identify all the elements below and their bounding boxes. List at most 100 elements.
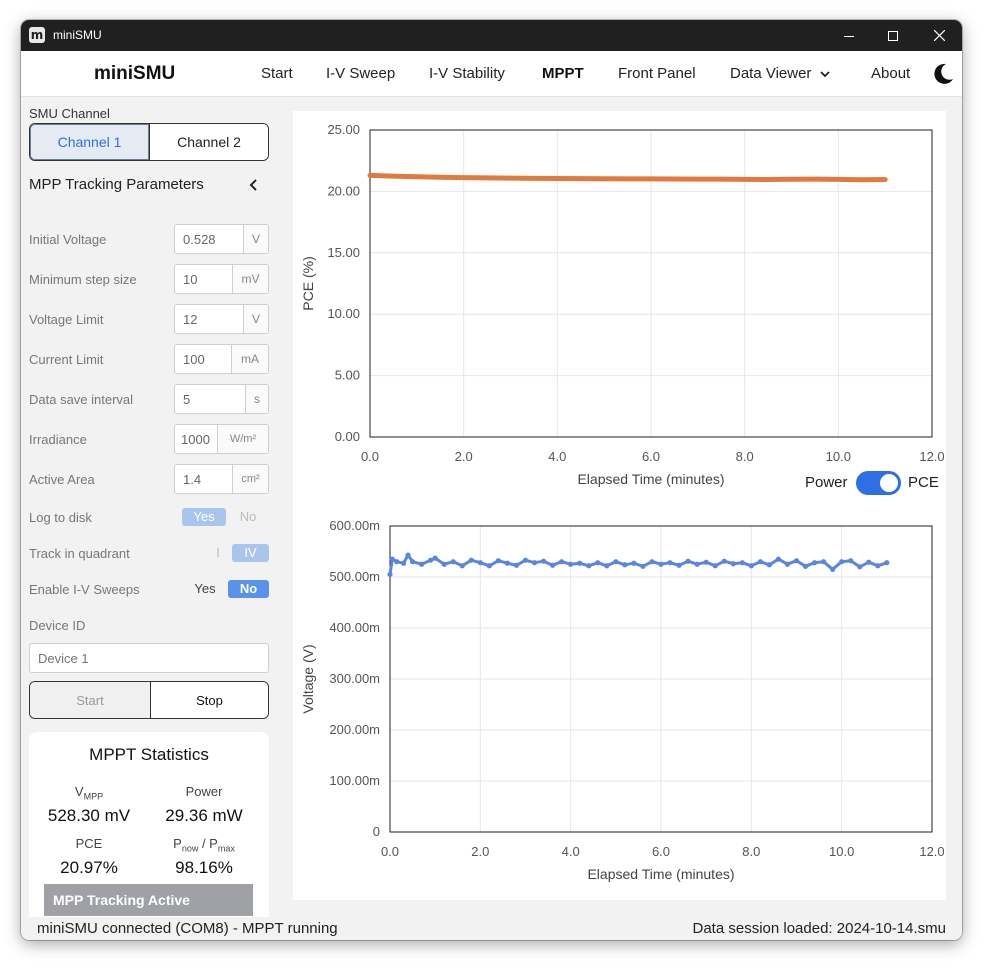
toggle-knob xyxy=(880,474,898,492)
quadrant-iv[interactable]: IV xyxy=(232,544,269,562)
voltage-data-point xyxy=(432,555,438,561)
iv-sweeps-no[interactable]: No xyxy=(228,580,269,598)
device-id-input[interactable] xyxy=(29,643,269,673)
voltage-data-point xyxy=(477,560,483,566)
nav-mppt[interactable]: MPPT xyxy=(542,65,584,82)
voltage-data-point xyxy=(531,560,538,566)
pce-xtick-label: 6.0 xyxy=(642,449,660,464)
voltage-data-point xyxy=(568,561,574,567)
nav-start[interactable]: Start xyxy=(261,65,293,82)
chevron-down-icon xyxy=(819,71,830,78)
power-value: 29.36 mW xyxy=(165,806,243,825)
voltage-data-point xyxy=(739,560,745,566)
nav-data-viewer-label: Data Viewer xyxy=(730,65,812,82)
voltage-limit-field[interactable]: 12 V xyxy=(174,304,269,334)
pce-xtick-label: 2.0 xyxy=(455,449,473,464)
power-pce-toggle[interactable] xyxy=(856,471,901,495)
nav-bar: miniSMU Start I-V Sweep I-V Stability MP… xyxy=(21,51,962,97)
voltage-data-point xyxy=(721,558,727,564)
app-window: m miniSMU miniSMU Start I-V Sweep I-V St… xyxy=(21,20,962,940)
voltage-data-point xyxy=(522,557,529,563)
voltage-ytick-label: 600.00m xyxy=(329,518,380,533)
pce-xtick-label: 0.0 xyxy=(361,449,379,464)
nav-iv-sweep[interactable]: I-V Sweep xyxy=(326,65,395,82)
current-limit-label: Current Limit xyxy=(29,352,104,367)
log-to-disk-yes[interactable]: Yes xyxy=(182,508,226,526)
voltage-limit-value: 12 xyxy=(175,305,244,333)
voltage-data-point xyxy=(821,559,827,565)
voltage-data-point xyxy=(409,559,416,565)
voltage-ytick-label: 400.00m xyxy=(329,620,380,635)
quadrant-label: Track in quadrant xyxy=(29,546,130,561)
dark-mode-moon-icon[interactable] xyxy=(931,62,955,86)
voltage-ytick-label: 500.00m xyxy=(329,569,380,584)
current-limit-field[interactable]: 100 mA xyxy=(174,344,269,374)
stop-button[interactable]: Stop xyxy=(151,682,268,718)
voltage-data-point xyxy=(540,558,547,564)
start-button[interactable]: Start xyxy=(30,682,151,718)
voltage-data-point xyxy=(685,558,691,564)
minimize-button[interactable] xyxy=(826,20,872,51)
initial-voltage-field[interactable]: 0.528 V xyxy=(174,224,269,254)
voltage-data-point xyxy=(694,561,700,567)
voltage-limit-label: Voltage Limit xyxy=(29,312,104,327)
voltage-data-point xyxy=(848,558,854,564)
current-limit-value: 100 xyxy=(175,345,232,373)
voltage-xtick-label: 0.0 xyxy=(381,844,399,859)
voltage-data-point xyxy=(459,563,465,569)
quadrant-i[interactable]: I xyxy=(206,544,230,562)
nav-iv-stability[interactable]: I-V Stability xyxy=(429,65,505,82)
vmpp-label-main: V xyxy=(74,784,84,799)
voltage-xtick-label: 4.0 xyxy=(562,844,580,859)
voltage-data-point xyxy=(586,563,592,569)
collapse-chevron-icon[interactable] xyxy=(249,179,259,191)
active-area-unit: cm² xyxy=(233,465,268,493)
pmax-sub: max xyxy=(217,843,235,854)
voltage-data-point xyxy=(622,562,628,568)
save-interval-unit: s xyxy=(246,385,268,413)
voltage-data-point xyxy=(757,559,763,565)
voltage-ytick-label: 300.00m xyxy=(329,671,380,686)
channel-selector: Channel 1 Channel 2 xyxy=(29,123,269,161)
voltage-data-point xyxy=(748,563,754,569)
pmax-slash: / P xyxy=(198,836,218,851)
pce-ytick-label: 25.00 xyxy=(327,122,360,137)
voltage-xaxis-label: Elapsed Time (minutes) xyxy=(587,866,734,882)
pce-ytick-label: 0.00 xyxy=(335,429,360,444)
irradiance-unit: W/m² xyxy=(218,425,268,453)
pce-series-line xyxy=(367,172,888,183)
pnow-sub: now xyxy=(181,843,199,854)
close-icon xyxy=(933,30,945,41)
pce-xtick-label: 8.0 xyxy=(736,449,754,464)
voltage-data-point xyxy=(640,563,646,569)
maximize-button[interactable] xyxy=(870,20,916,51)
log-to-disk-no[interactable]: No xyxy=(228,508,268,526)
save-interval-label: Data save interval xyxy=(29,392,134,407)
active-area-field[interactable]: 1.4 cm² xyxy=(174,464,269,494)
channel-2-button[interactable]: Channel 2 xyxy=(149,124,268,160)
active-area-value: 1.4 xyxy=(175,465,233,493)
voltage-ytick-label: 100.00m xyxy=(329,773,380,788)
voltage-data-point xyxy=(604,563,610,569)
voltage-data-point xyxy=(712,563,718,569)
voltage-data-point xyxy=(884,560,890,566)
run-controls: Start Stop xyxy=(29,681,269,719)
voltage-ytick-label: 200.00m xyxy=(329,722,380,737)
nav-about[interactable]: About xyxy=(871,65,910,82)
voltage-data-point xyxy=(703,559,709,565)
pce-label: PCE xyxy=(75,836,103,851)
channel-1-button[interactable]: Channel 1 xyxy=(30,124,149,160)
voltage-xtick-label: 6.0 xyxy=(652,844,670,859)
irradiance-field[interactable]: 1000 W/m² xyxy=(174,424,269,454)
nav-data-viewer[interactable]: Data Viewer xyxy=(730,65,830,82)
voltage-limit-unit: V xyxy=(244,305,268,333)
save-interval-field[interactable]: 5 s xyxy=(174,384,269,414)
voltage-ytick-label: 0 xyxy=(373,824,380,839)
voltage-data-point xyxy=(405,552,411,558)
min-step-field[interactable]: 10 mV xyxy=(174,264,269,294)
pnow-pmax-value: 98.16% xyxy=(175,858,233,877)
close-button[interactable] xyxy=(916,20,962,51)
iv-sweeps-yes[interactable]: Yes xyxy=(184,580,226,598)
pce-ytick-label: 15.00 xyxy=(327,245,360,260)
nav-front-panel[interactable]: Front Panel xyxy=(618,65,696,82)
